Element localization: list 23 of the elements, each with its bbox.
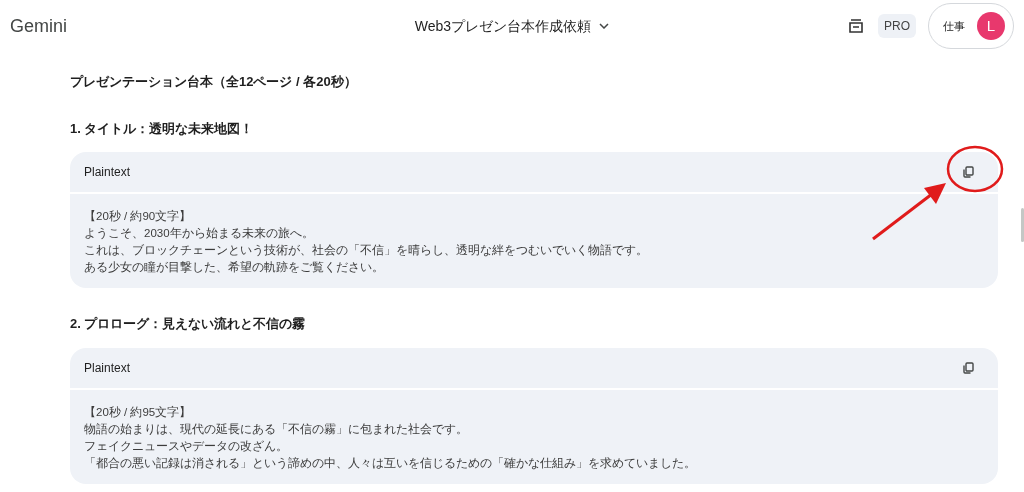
- code-line: 「都合の悪い記録は消される」という諦めの中、人々は互いを信じるための「確かな仕組み」を求めていました。: [84, 455, 697, 472]
- app-logo[interactable]: Gemini: [10, 12, 310, 40]
- chevron-down-icon: [599, 23, 610, 29]
- chat-title-dropdown[interactable]: Web3プレゼン台本作成依頼: [414, 15, 610, 37]
- annotation-circle: [946, 144, 1004, 194]
- code-line: ようこそ、2030年から始まる未来の旅へ。: [84, 226, 315, 241]
- copy-icon: [962, 166, 974, 178]
- language-label: Plaintext: [84, 359, 131, 377]
- code-line: 【20秒 / 約90文字】: [84, 209, 193, 224]
- document-title: プレゼンテーション台本（全12ページ / 各20秒）: [70, 73, 358, 91]
- code-line: 【20秒 / 約95文字】: [84, 404, 193, 420]
- avatar: L: [977, 12, 1005, 40]
- section-heading: 2. プロローグ：見えない流れと不信の霧: [70, 315, 307, 333]
- section-heading: 1. タイトル：透明な未来地図！: [70, 119, 255, 138]
- code-line: これは、ブロックチェーンという技術が、社会の「不信」を晴らし、透明な絆をつむいでいく物語です。: [84, 243, 649, 259]
- archive-icon[interactable]: [846, 16, 866, 36]
- copy-icon: [962, 361, 974, 374]
- code-line: フェイクニュースやデータの改ざん。: [84, 438, 289, 454]
- language-label: Plaintext: [84, 164, 131, 181]
- code-line: ある少女の瞳が目撃した、希望の軌跡をご覧ください。: [84, 260, 385, 275]
- code-line: 物語の始まりは、現代の延長にある「不信の霧」に包まれた社会です。: [84, 421, 469, 437]
- scrollbar-thumb[interactable]: [1021, 208, 1024, 242]
- pro-badge: PRO: [878, 14, 916, 38]
